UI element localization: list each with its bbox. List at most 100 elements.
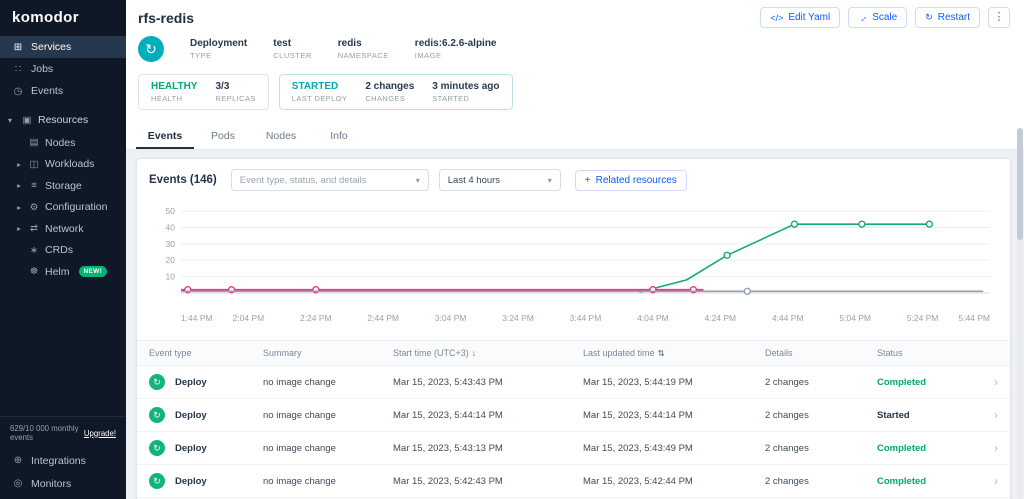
vertical-scrollbar[interactable]	[1017, 128, 1023, 499]
start-time-cell: Mar 15, 2023, 5:43:43 PM	[393, 377, 583, 388]
last-updated-cell: Mar 15, 2023, 5:42:44 PM	[583, 476, 765, 487]
sidebar-item-label: Nodes	[45, 137, 75, 149]
deploy-event-icon: ↻	[149, 374, 165, 390]
chevron-right-icon[interactable]: ›	[980, 441, 998, 455]
col-event-type[interactable]: Event type	[149, 348, 263, 358]
status-cell: Started	[877, 410, 980, 421]
tab-events[interactable]: Events	[136, 122, 194, 149]
last-updated-cell: Mar 15, 2023, 5:44:14 PM	[583, 410, 765, 421]
details-cell: 2 changes	[765, 377, 877, 388]
restart-button[interactable]: ↻ Restart	[915, 7, 980, 28]
sidebar-item-network[interactable]: ▸ ⇄ Network	[0, 218, 126, 240]
meta-namespace: redis NAMESPACE	[338, 38, 389, 60]
replicas-value: 3/3	[215, 81, 255, 92]
code-icon: </>	[770, 13, 783, 23]
chevron-right-icon: ▸	[15, 181, 23, 190]
tab-nodes[interactable]: Nodes	[252, 122, 310, 149]
sidebar-group-resources[interactable]: ▾ ▣ Resources	[0, 108, 126, 132]
sidebar-item-label: Helm	[45, 266, 70, 278]
tab-info[interactable]: Info	[310, 122, 368, 149]
usage-text: 629/10 000 monthly events	[10, 424, 80, 442]
meta-image: redis:6.2.6-alpine IMAGE	[415, 38, 497, 60]
sidebar-item-label: Monitors	[31, 478, 71, 490]
sidebar-item-events[interactable]: ◷ Events	[0, 80, 126, 102]
network-icon: ⇄	[28, 223, 40, 234]
chevron-right-icon[interactable]: ›	[980, 474, 998, 488]
svg-text:40: 40	[166, 222, 176, 232]
status-cell: Completed	[877, 443, 980, 454]
meta-type: Deployment TYPE	[190, 38, 247, 60]
events-chart: 10203040501:44 PM2:04 PM2:24 PM2:44 PM3:…	[147, 203, 1000, 327]
svg-text:20: 20	[166, 255, 176, 265]
sidebar-item-integrations[interactable]: ⊕ Integrations	[0, 449, 126, 472]
svg-text:50: 50	[166, 206, 176, 216]
edit-yaml-button[interactable]: </> Edit Yaml	[760, 7, 840, 28]
health-card[interactable]: HEALTHY HEALTH 3/3 REPLICAS	[138, 74, 269, 110]
events-table-header: Event type Summary Start time (UTC+3)↓ L…	[137, 340, 1010, 366]
sidebar-item-label: Storage	[45, 180, 82, 192]
svg-text:30: 30	[166, 239, 176, 249]
chevron-right-icon[interactable]: ›	[980, 408, 998, 422]
table-row[interactable]: ↻ Deploy no image change Mar 15, 2023, 5…	[137, 399, 1010, 432]
event-type-cell: Deploy	[175, 476, 263, 487]
svg-text:10: 10	[166, 272, 176, 282]
svg-text:3:04 PM: 3:04 PM	[435, 313, 467, 323]
page-title: rfs-redis	[138, 10, 194, 26]
time-range-value: Last 4 hours	[448, 175, 500, 186]
scale-button[interactable]: ↔ Scale	[848, 7, 907, 28]
last-deploy-card[interactable]: STARTED LAST DEPLOY 2 changes CHANGES 3 …	[279, 74, 513, 110]
tab-pods[interactable]: Pods	[194, 122, 252, 149]
new-badge: NEW!	[79, 266, 108, 277]
status-cell: Completed	[877, 377, 980, 388]
summary-cell: no image change	[263, 476, 393, 487]
last-updated-cell: Mar 15, 2023, 5:44:19 PM	[583, 377, 765, 388]
last-updated-cell: Mar 15, 2023, 5:43:49 PM	[583, 443, 765, 454]
scrollbar-thumb[interactable]	[1017, 128, 1023, 240]
start-time-cell: Mar 15, 2023, 5:44:14 PM	[393, 410, 583, 421]
sidebar-item-nodes[interactable]: ▤ Nodes	[0, 132, 126, 154]
table-row[interactable]: ↻ Deploy no image change Mar 15, 2023, 5…	[137, 465, 1010, 498]
sort-desc-icon: ↓	[472, 348, 476, 358]
crds-icon: ∗	[28, 245, 40, 256]
sidebar-item-helm[interactable]: ☸ Helm NEW!	[0, 261, 126, 283]
chevron-right-icon[interactable]: ›	[980, 375, 998, 389]
sidebar-item-services[interactable]: ⊞ Services	[0, 36, 126, 58]
sidebar-item-jobs[interactable]: ∷ Jobs	[0, 58, 126, 80]
chevron-right-icon: ▸	[15, 160, 23, 169]
related-resources-button[interactable]: + Related resources	[575, 170, 687, 191]
time-range-select[interactable]: Last 4 hours ▾	[439, 169, 561, 191]
event-filter-select[interactable]: Event type, status, and details ▾	[231, 169, 429, 191]
storage-icon: ≡	[28, 180, 40, 191]
sidebar-item-crds[interactable]: ∗ CRDs	[0, 240, 126, 262]
sidebar-item-label: Network	[45, 223, 84, 235]
col-summary[interactable]: Summary	[263, 348, 393, 358]
event-type-cell: Deploy	[175, 410, 263, 421]
sort-icon: ⇅	[658, 348, 665, 358]
table-row[interactable]: ↻ Deploy no image change Mar 15, 2023, 5…	[137, 432, 1010, 465]
svg-text:4:44 PM: 4:44 PM	[772, 313, 804, 323]
col-last-updated[interactable]: Last updated time⇅	[583, 348, 765, 359]
sidebar-item-configuration[interactable]: ▸ ⚙ Configuration	[0, 197, 126, 219]
deployment-icon: ↻	[138, 36, 164, 62]
sidebar: komodor ⊞ Services ∷ Jobs ◷ Events ▾ ▣ R…	[0, 0, 126, 499]
col-details[interactable]: Details	[765, 348, 877, 358]
helm-icon: ☸	[28, 266, 40, 277]
chevron-down-icon: ▾	[416, 176, 420, 185]
svg-text:4:24 PM: 4:24 PM	[705, 313, 737, 323]
filter-placeholder: Event type, status, and details	[240, 175, 367, 186]
upgrade-link[interactable]: Upgrade!	[84, 429, 116, 438]
col-start-time[interactable]: Start time (UTC+3)↓	[393, 348, 583, 358]
komodor-logo: komodor	[0, 0, 126, 36]
sidebar-item-monitors[interactable]: ◎ Monitors	[0, 472, 126, 495]
table-row[interactable]: ↻ Deploy no image change Mar 15, 2023, 5…	[137, 366, 1010, 399]
sidebar-item-workloads[interactable]: ▸ ◫ Workloads	[0, 154, 126, 176]
scale-icon: ↔	[856, 11, 869, 24]
jobs-icon: ∷	[12, 64, 24, 75]
chevron-down-icon: ▾	[8, 116, 16, 125]
col-status[interactable]: Status	[877, 348, 980, 358]
resource-meta: ↻ Deployment TYPE test CLUSTER redis NAM…	[126, 32, 1024, 72]
workloads-icon: ◫	[28, 159, 40, 170]
more-actions-button[interactable]: ⋮	[988, 7, 1010, 28]
sidebar-item-storage[interactable]: ▸ ≡ Storage	[0, 175, 126, 197]
sidebar-item-label: Jobs	[31, 63, 53, 75]
